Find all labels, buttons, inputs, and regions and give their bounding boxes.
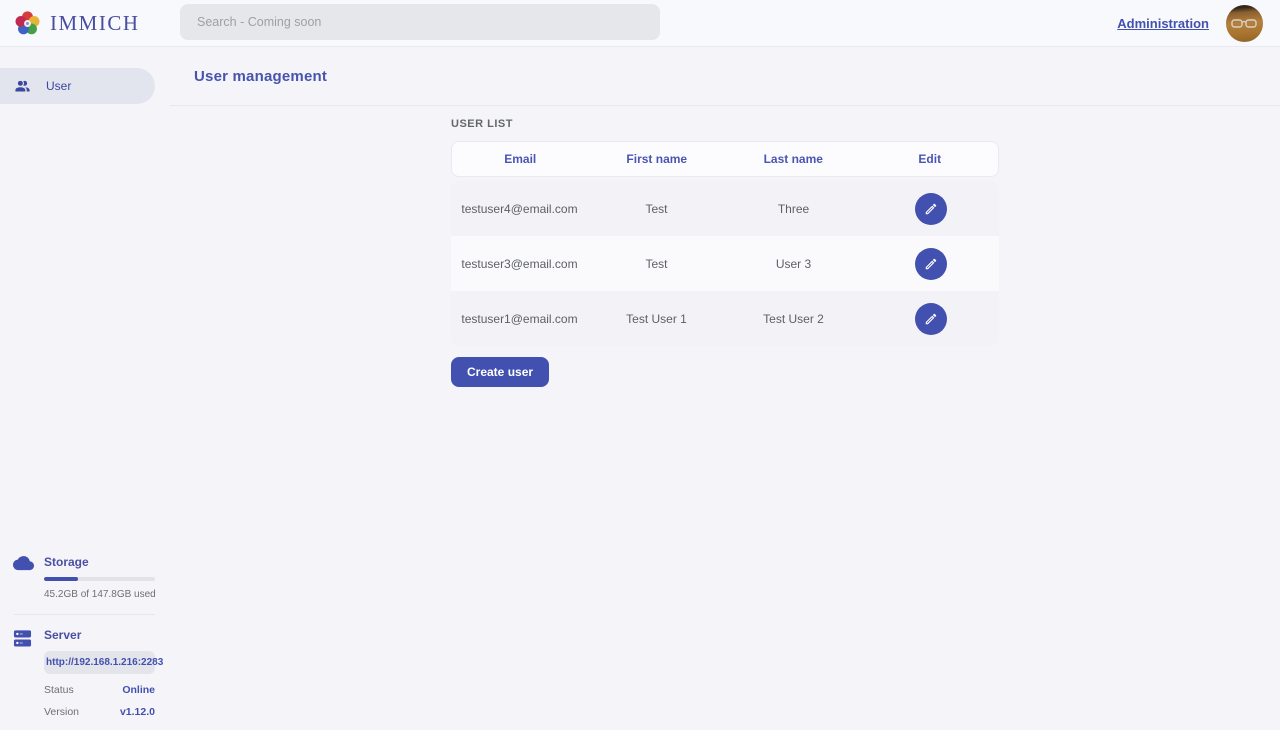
- sidebar: User Storage 45.2GB of 147.8GB used: [0, 47, 170, 730]
- status-label: Status: [44, 684, 74, 696]
- page-header: User management: [170, 47, 1280, 106]
- server-version-row: Version v1.12.0: [44, 706, 155, 718]
- storage-progress-fill: [44, 577, 78, 581]
- cloud-icon: [13, 556, 34, 571]
- storage-progress-bar: [44, 577, 155, 581]
- cell-email: testuser4@email.com: [451, 202, 588, 216]
- cell-first-name: Test: [588, 202, 725, 216]
- storage-title: Storage: [44, 555, 155, 569]
- users-icon: [14, 78, 31, 95]
- administration-link[interactable]: Administration: [1117, 16, 1209, 31]
- create-user-button[interactable]: Create user: [451, 357, 549, 387]
- cell-email: testuser1@email.com: [451, 312, 588, 326]
- cell-first-name: Test User 1: [588, 312, 725, 326]
- top-navbar: IMMICH Administration: [0, 0, 1280, 47]
- column-header-email: Email: [452, 152, 589, 166]
- cell-last-name: Test User 2: [725, 312, 862, 326]
- search-bar[interactable]: [180, 4, 660, 40]
- cell-email: testuser3@email.com: [451, 257, 588, 271]
- page-title: User management: [194, 68, 327, 85]
- glasses-icon: [1231, 18, 1258, 30]
- edit-user-button[interactable]: [915, 248, 947, 280]
- brand-wordmark: IMMICH: [50, 11, 140, 36]
- user-list-label: USER LIST: [451, 118, 999, 130]
- storage-usage-text: 45.2GB of 147.8GB used: [44, 589, 155, 600]
- table-row: testuser4@email.com Test Three: [451, 181, 999, 236]
- server-section: Server http://192.168.1.216:2283 Status …: [0, 628, 170, 718]
- storage-section: Storage 45.2GB of 147.8GB used: [0, 555, 170, 600]
- version-value: v1.12.0: [120, 706, 155, 718]
- sidebar-item-user-label: User: [46, 79, 71, 93]
- server-icon: [13, 629, 32, 648]
- main-content: User management USER LIST Email First na…: [170, 0, 1280, 387]
- pencil-icon: [924, 202, 938, 216]
- cell-last-name: User 3: [725, 257, 862, 271]
- sidebar-item-user[interactable]: User: [0, 68, 155, 104]
- table-header: Email First name Last name Edit: [451, 141, 999, 177]
- version-label: Version: [44, 706, 79, 718]
- table-body: testuser4@email.com Test Three testuser3…: [451, 181, 999, 346]
- cell-last-name: Three: [725, 202, 862, 216]
- column-header-edit: Edit: [862, 152, 999, 166]
- pencil-icon: [924, 257, 938, 271]
- search-input[interactable]: [180, 4, 660, 40]
- status-value: Online: [122, 684, 155, 696]
- sidebar-divider: [14, 614, 155, 615]
- server-url-chip: http://192.168.1.216:2283: [44, 651, 155, 674]
- table-row: testuser1@email.com Test User 1 Test Use…: [451, 291, 999, 346]
- server-title: Server: [44, 628, 155, 642]
- column-header-last-name: Last name: [725, 152, 862, 166]
- server-status-row: Status Online: [44, 684, 155, 696]
- pencil-icon: [924, 312, 938, 326]
- immich-logo-icon: [14, 10, 41, 37]
- edit-user-button[interactable]: [915, 193, 947, 225]
- cell-first-name: Test: [588, 257, 725, 271]
- edit-user-button[interactable]: [915, 303, 947, 335]
- brand[interactable]: IMMICH: [14, 10, 140, 37]
- column-header-first-name: First name: [589, 152, 726, 166]
- table-row: testuser3@email.com Test User 3: [451, 236, 999, 291]
- user-avatar[interactable]: [1226, 5, 1263, 42]
